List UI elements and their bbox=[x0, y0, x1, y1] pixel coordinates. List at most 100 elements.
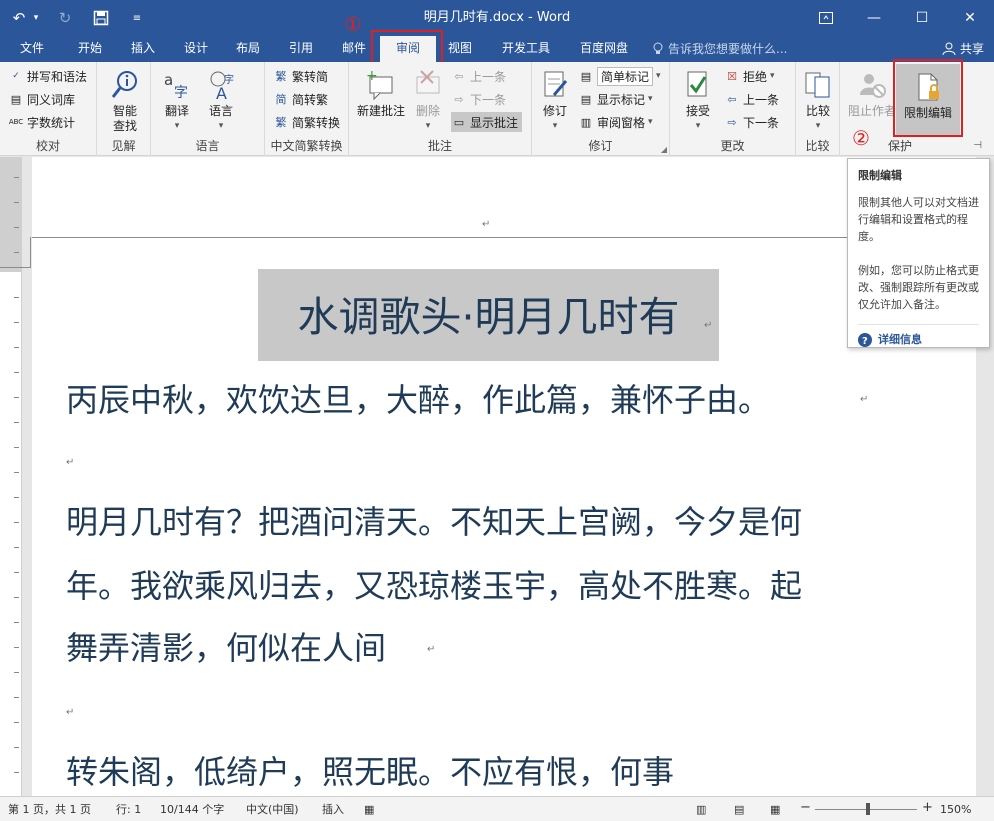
group-chinese-conversion: 繁 繁转简 简 简转繁 繁 简繁转换 中文简繁转换 bbox=[265, 62, 349, 156]
lightbulb-icon bbox=[653, 42, 663, 54]
tab-mailings[interactable]: 邮件 bbox=[336, 36, 372, 62]
step-2-marker: ② bbox=[852, 126, 870, 150]
zoom-level[interactable]: 150% bbox=[940, 802, 971, 818]
reject-button[interactable]: ☒ 拒绝 ▾ bbox=[724, 66, 775, 86]
trad-char-icon: 繁 bbox=[275, 70, 287, 83]
tab-home[interactable]: 开始 bbox=[72, 36, 108, 62]
tooltip-description: 限制其他人可以对文档进行编辑和设置格式的程度。 bbox=[858, 196, 979, 243]
zoom-out-button[interactable]: − bbox=[800, 800, 811, 816]
paragraph-mark: ↵ bbox=[66, 707, 75, 718]
ruler-tick bbox=[14, 447, 19, 448]
ribbon-display-icon[interactable] bbox=[802, 0, 850, 36]
collapse-ribbon-icon[interactable]: ⊣ bbox=[973, 140, 982, 151]
trad-to-simp-button[interactable]: 繁 繁转简 bbox=[273, 66, 329, 86]
show-markup-dropdown-icon: ▾ bbox=[648, 94, 653, 104]
markup-dropdown[interactable]: ▤ 简单标记 ▾ bbox=[578, 66, 661, 86]
translate-button[interactable]: a字 翻译 ▾ bbox=[157, 68, 197, 134]
language-status[interactable]: 中文(中国) bbox=[246, 802, 299, 818]
svg-text:?: ? bbox=[862, 336, 868, 347]
close-icon[interactable]: ✕ bbox=[946, 0, 994, 36]
vertical-ruler[interactable] bbox=[0, 157, 22, 796]
translate-dropdown-icon: ▾ bbox=[174, 121, 180, 131]
read-mode-icon[interactable]: ▥ bbox=[696, 802, 706, 818]
smart-lookup-button[interactable]: 智能 查找 bbox=[103, 68, 147, 134]
show-markup-button[interactable]: ▤ 显示标记 ▾ bbox=[578, 89, 653, 109]
group-label-proofing: 校对 bbox=[35, 139, 60, 153]
chinese-conversion-button[interactable]: 繁 简繁转换 bbox=[273, 112, 341, 132]
magnifier-info-icon bbox=[110, 68, 140, 102]
insert-mode-status[interactable]: 插入 bbox=[322, 802, 344, 818]
tab-review[interactable]: 审阅 bbox=[380, 36, 436, 62]
minimize-icon[interactable]: — bbox=[850, 0, 898, 36]
track-changes-button[interactable]: 修订 ▾ bbox=[536, 68, 574, 134]
word-count-button[interactable]: ABC 字数统计 bbox=[8, 112, 75, 132]
reviewing-pane-button[interactable]: ▥ 审阅窗格 ▾ bbox=[578, 112, 653, 132]
reject-icon: ☒ bbox=[727, 69, 737, 83]
line-status[interactable]: 行: 1 bbox=[116, 802, 141, 818]
document-line[interactable]: 明月几时有？把酒问清天。不知天上宫阙，今夕是何 bbox=[66, 497, 802, 543]
ruler-tick bbox=[14, 522, 19, 523]
tracking-dialog-launcher-icon[interactable]: ◢ bbox=[661, 145, 667, 154]
tab-layout[interactable]: 布局 bbox=[230, 36, 266, 62]
group-tracking: 修订 ▾ ▤ 简单标记 ▾ ▤ 显示标记 ▾ ▥ 审阅窗格 ▾ 修订 ◢ bbox=[532, 62, 670, 156]
document-line[interactable]: 丙辰中秋，欢饮达旦，大醉，作此篇，兼怀子由。 bbox=[66, 375, 770, 421]
new-comment-button[interactable]: + 新建批注 bbox=[355, 68, 407, 119]
tab-view[interactable]: 视图 bbox=[442, 36, 478, 62]
word-count-status[interactable]: 10/144 个字 bbox=[160, 802, 224, 818]
track-dropdown-icon: ▾ bbox=[552, 121, 558, 131]
tooltip-more-info-link[interactable]: ? 详细信息 bbox=[858, 331, 979, 348]
print-layout-icon[interactable]: ▤ bbox=[734, 802, 744, 818]
tab-baidu-netdisk[interactable]: 百度网盘 bbox=[574, 36, 634, 62]
ruler-tick bbox=[14, 497, 19, 498]
paragraph-mark: ↵ bbox=[860, 394, 869, 405]
restrict-editing-button[interactable]: 限制编辑 bbox=[896, 70, 960, 121]
undo-dropdown-icon[interactable]: ▾ bbox=[32, 7, 40, 29]
tab-references[interactable]: 引用 bbox=[283, 36, 319, 62]
svg-text:字: 字 bbox=[174, 85, 188, 101]
delete-comment-button[interactable]: 删除 ▾ bbox=[409, 68, 447, 134]
next-comment-button[interactable]: ⇨ 下一条 bbox=[451, 89, 506, 109]
language-button[interactable]: A字 语言 ▾ bbox=[201, 68, 241, 134]
tab-file[interactable]: 文件 bbox=[14, 36, 50, 62]
ruler-tick bbox=[14, 347, 19, 348]
ruler-tick bbox=[14, 672, 19, 673]
prev-change-button[interactable]: ⇦ 上一条 bbox=[724, 89, 779, 109]
undo-icon[interactable]: ↶ bbox=[8, 7, 30, 29]
reviewing-pane-icon: ▥ bbox=[580, 115, 592, 129]
share-button[interactable]: 共享 bbox=[942, 40, 984, 58]
group-label-chinese: 中文简繁转换 bbox=[270, 139, 343, 153]
maximize-icon[interactable]: ☐ bbox=[898, 0, 946, 36]
zoom-in-button[interactable]: + bbox=[922, 800, 933, 816]
simp-to-trad-button[interactable]: 简 简转繁 bbox=[273, 89, 329, 109]
zoom-slider-thumb[interactable] bbox=[866, 803, 870, 815]
simp-char-icon: 简 bbox=[275, 93, 287, 106]
save-icon[interactable] bbox=[90, 7, 112, 29]
block-authors-button[interactable]: 阻止作者 bbox=[846, 68, 898, 119]
next-change-button[interactable]: ⇨ 下一条 bbox=[724, 112, 779, 132]
next-change-icon: ⇨ bbox=[727, 115, 737, 129]
document-title[interactable]: 水调歌头·明月几时有 bbox=[258, 283, 719, 343]
tab-design[interactable]: 设计 bbox=[178, 36, 214, 62]
document-line[interactable]: 转朱阁，低绮户，照无眠。不应有恨，何事 bbox=[66, 747, 674, 793]
macro-record-icon[interactable]: ▦ bbox=[364, 802, 374, 818]
web-layout-icon[interactable]: ▦ bbox=[770, 802, 780, 818]
document-page[interactable] bbox=[32, 157, 976, 796]
document-line[interactable]: 年。我欲乘风归去，又恐琼楼玉宇，高处不胜寒。起 bbox=[66, 561, 802, 607]
svg-text:a: a bbox=[164, 71, 173, 89]
thesaurus-button[interactable]: ▤ 同义词库 bbox=[8, 89, 75, 109]
ruler-tick bbox=[14, 722, 19, 723]
redo-icon[interactable]: ↻ bbox=[54, 7, 76, 29]
accept-button[interactable]: 接受 ▾ bbox=[678, 68, 718, 134]
compare-button[interactable]: 比较 ▾ bbox=[798, 68, 838, 134]
prev-comment-button[interactable]: ⇦ 上一条 bbox=[451, 66, 506, 86]
reject-dropdown-icon: ▾ bbox=[770, 71, 775, 81]
customize-qat-icon[interactable]: ≡ bbox=[126, 7, 148, 29]
document-line[interactable]: 舞弄清影，何似在人间 bbox=[66, 623, 386, 669]
tab-insert[interactable]: 插入 bbox=[125, 36, 161, 62]
ruler-tick bbox=[14, 397, 19, 398]
tell-me-box[interactable]: 告诉我您想要做什么... bbox=[652, 40, 787, 58]
tab-developer[interactable]: 开发工具 bbox=[496, 36, 556, 62]
page-count-status[interactable]: 第 1 页，共 1 页 bbox=[8, 802, 91, 818]
spelling-grammar-button[interactable]: ✓ 拼写和语法 bbox=[8, 66, 87, 86]
show-comments-button[interactable]: ▭ 显示批注 bbox=[451, 112, 523, 132]
